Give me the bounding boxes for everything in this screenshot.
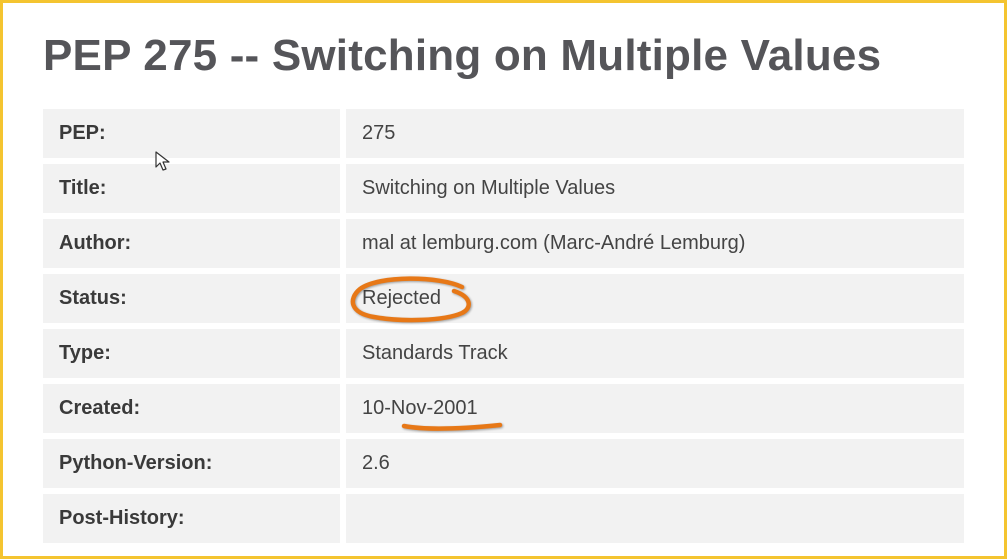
table-row: Type: Standards Track	[43, 326, 964, 381]
table-row: PEP: 275	[43, 109, 964, 161]
field-value-author: mal at lemburg.com (Marc-André Lemburg)	[343, 216, 964, 271]
created-text: 10-Nov-2001	[362, 397, 478, 419]
page-title: PEP 275 -- Switching on Multiple Values	[43, 31, 964, 81]
table-row: Post-History:	[43, 491, 964, 543]
field-label-python-version: Python-Version:	[43, 436, 343, 491]
table-row: Status: Rejected	[43, 271, 964, 326]
field-value-post-history	[343, 491, 964, 543]
field-label-pep: PEP:	[43, 109, 343, 161]
field-label-status: Status:	[43, 271, 343, 326]
field-label-post-history: Post-History:	[43, 491, 343, 543]
table-row: Author: mal at lemburg.com (Marc-André L…	[43, 216, 964, 271]
field-value-type: Standards Track	[343, 326, 964, 381]
field-value-created: 10-Nov-2001	[343, 381, 964, 436]
table-row: Title: Switching on Multiple Values	[43, 161, 964, 216]
field-value-title: Switching on Multiple Values	[343, 161, 964, 216]
field-value-python-version: 2.6	[343, 436, 964, 491]
metadata-table: PEP: 275 Title: Switching on Multiple Va…	[43, 109, 964, 543]
document-frame: PEP 275 -- Switching on Multiple Values …	[0, 0, 1007, 559]
table-row: Created: 10-Nov-2001	[43, 381, 964, 436]
table-row: Python-Version: 2.6	[43, 436, 964, 491]
field-value-status: Rejected	[343, 271, 964, 326]
field-label-type: Type:	[43, 326, 343, 381]
field-label-author: Author:	[43, 216, 343, 271]
field-label-title: Title:	[43, 161, 343, 216]
status-text: Rejected	[362, 287, 441, 309]
annotation-underline-icon	[400, 419, 510, 437]
field-value-pep: 275	[343, 109, 964, 161]
field-label-created: Created:	[43, 381, 343, 436]
